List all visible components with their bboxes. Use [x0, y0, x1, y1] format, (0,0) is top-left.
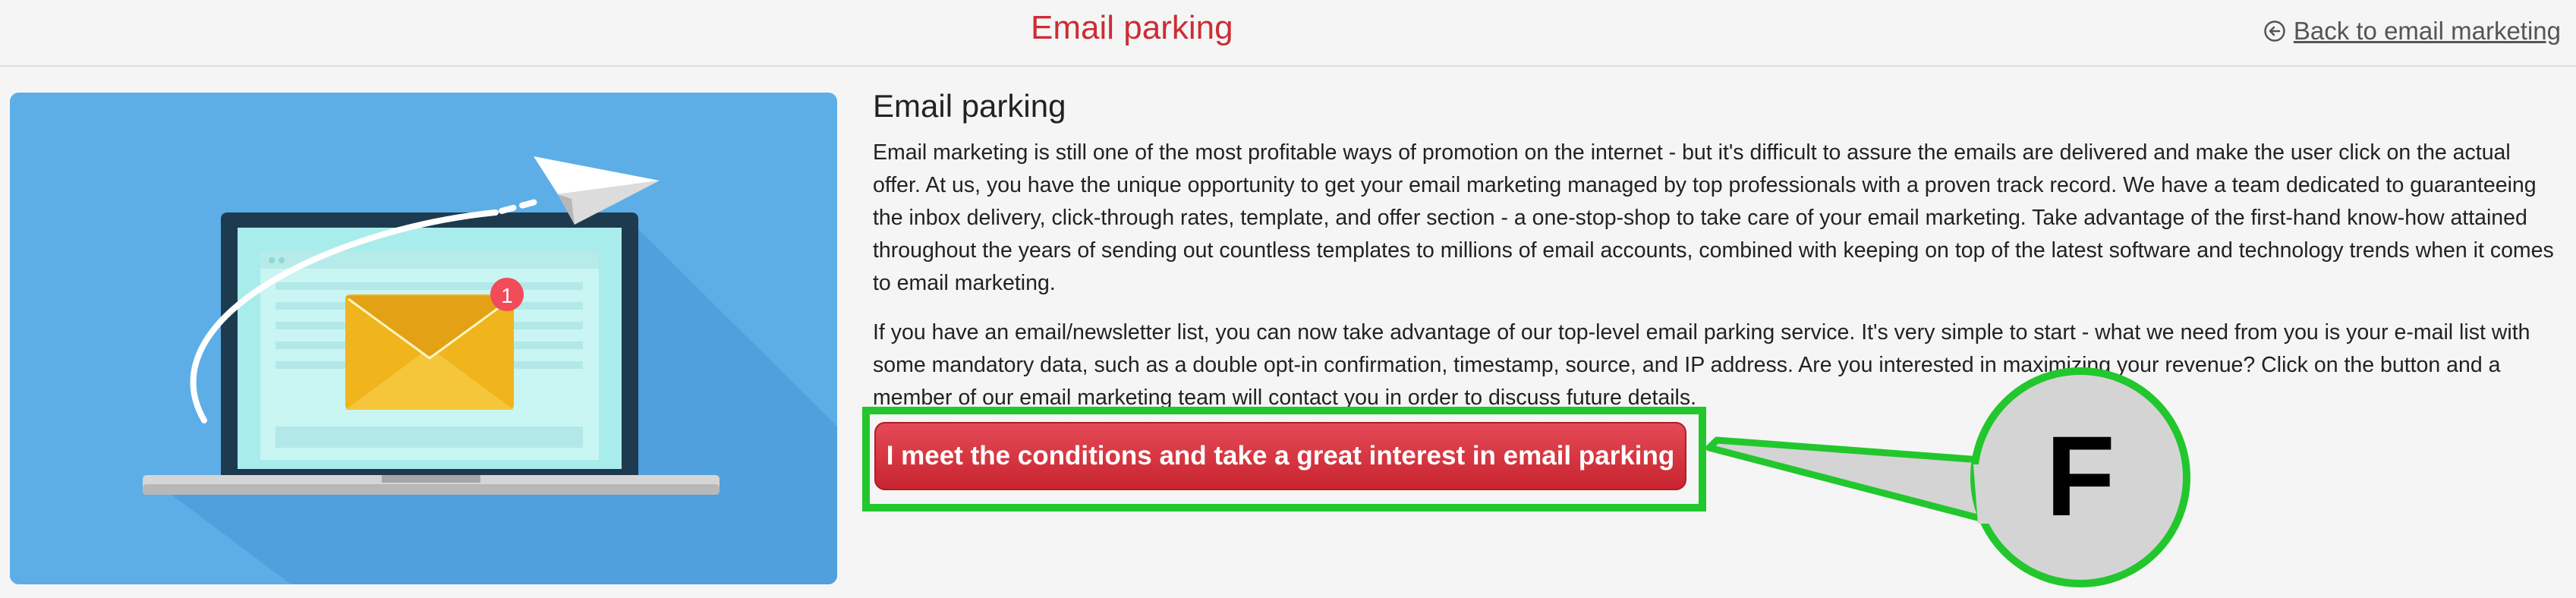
page-header: Email parking Back to email marketing — [0, 0, 2576, 67]
main-content: Email parking Email marketing is still o… — [873, 88, 2558, 431]
details-paragraph: If you have an email/newsletter list, yo… — [873, 320, 2530, 410]
laptop-email-illustration: 1 — [10, 93, 837, 584]
notification-badge: 1 — [501, 284, 513, 307]
page: Email parking Back to email marketing 1 … — [0, 0, 2576, 598]
intro-paragraph: Email marketing is still one of the most… — [873, 140, 2554, 295]
callout-label: F — [2045, 411, 2115, 540]
back-to-email-marketing-link[interactable]: Back to email marketing — [2263, 17, 2561, 46]
section-heading: Email parking — [873, 88, 1066, 124]
arrow-left-circle-icon — [2263, 20, 2286, 42]
page-title: Email parking — [1031, 9, 1233, 46]
back-link-label: Back to email marketing — [2293, 17, 2561, 45]
email-parking-interest-button[interactable]: I meet the conditions and take a great i… — [874, 422, 1686, 490]
